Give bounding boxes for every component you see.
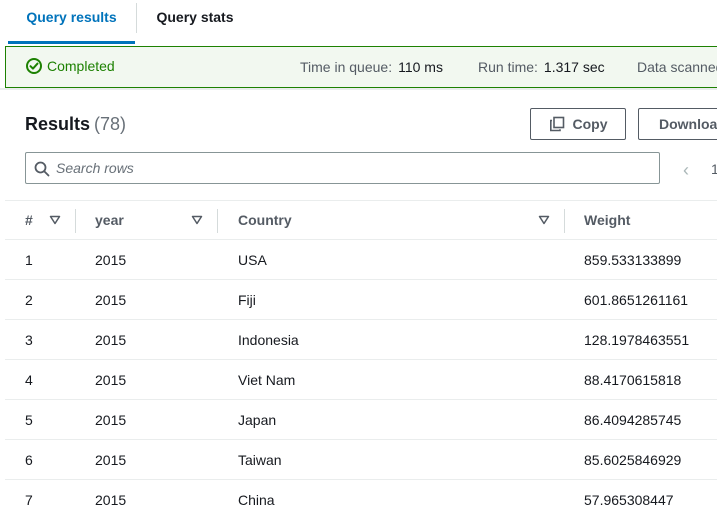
table-row: 7 2015 China 57.965308447 bbox=[5, 480, 717, 513]
chevron-left-icon[interactable]: ‹ bbox=[683, 160, 689, 181]
cell-year: 2015 bbox=[95, 372, 127, 388]
run-time-value: 1.317 sec bbox=[543, 59, 605, 75]
query-status-bar: Completed Time in queue: 110 ms Run time:… bbox=[5, 46, 717, 88]
cell-year: 2015 bbox=[95, 412, 127, 428]
column-header-number-label: # bbox=[25, 212, 33, 228]
results-title: Results bbox=[25, 114, 91, 134]
column-header-weight-label: Weight bbox=[584, 212, 631, 228]
cell-year: 2015 bbox=[95, 292, 127, 308]
cell-year: 2015 bbox=[95, 452, 127, 468]
table-row: 1 2015 USA 859.533133899 bbox=[5, 240, 717, 280]
run-time: Run time: 1.317 sec bbox=[478, 59, 605, 75]
column-separator[interactable] bbox=[217, 209, 218, 233]
active-tab-indicator bbox=[8, 41, 135, 44]
caret-down-icon[interactable] bbox=[49, 215, 61, 225]
results-count: (78) bbox=[94, 114, 127, 134]
results-table: # year Country Weight 1 2015 USA 859.533… bbox=[5, 200, 717, 513]
cell-weight: 128.1978463551 bbox=[584, 332, 690, 348]
table-row: 4 2015 Viet Nam 88.4170615818 bbox=[5, 360, 717, 400]
column-separator[interactable] bbox=[75, 209, 76, 233]
column-header-country[interactable]: Country bbox=[238, 201, 292, 240]
data-scanned-label: Data scanned bbox=[637, 59, 717, 75]
cell-country: Indonesia bbox=[238, 332, 299, 348]
cell-number: 7 bbox=[25, 492, 33, 508]
table-row: 5 2015 Japan 86.4094285745 bbox=[5, 400, 717, 440]
search-icon bbox=[34, 161, 50, 177]
results-heading: Results (78) bbox=[25, 114, 126, 135]
table-row: 6 2015 Taiwan 85.6025846929 bbox=[5, 440, 717, 480]
tab-query-results[interactable]: Query results bbox=[8, 0, 135, 44]
cell-number: 1 bbox=[25, 252, 33, 268]
cell-weight: 859.533133899 bbox=[584, 252, 682, 268]
status-completed: Completed bbox=[26, 58, 115, 74]
cell-weight: 86.4094285745 bbox=[584, 412, 682, 428]
cell-weight: 601.8651261161 bbox=[584, 292, 689, 308]
time-in-queue: Time in queue: 110 ms bbox=[300, 59, 443, 75]
column-header-country-label: Country bbox=[238, 212, 292, 228]
cell-number: 2 bbox=[25, 292, 33, 308]
column-header-year-label: year bbox=[95, 212, 124, 228]
tab-bar: Query results Query stats bbox=[0, 0, 717, 46]
cell-number: 6 bbox=[25, 452, 33, 468]
column-header-number[interactable]: # bbox=[25, 201, 33, 240]
column-header-year[interactable]: year bbox=[95, 201, 124, 240]
tab-query-results-label: Query results bbox=[26, 9, 117, 25]
cell-country: Viet Nam bbox=[238, 372, 296, 388]
table-row: 2 2015 Fiji 601.8651261161 bbox=[5, 280, 717, 320]
cell-country: Japan bbox=[238, 412, 277, 428]
caret-down-icon[interactable] bbox=[191, 215, 203, 225]
status-label: Completed bbox=[47, 58, 115, 74]
run-time-label: Run time: bbox=[478, 59, 538, 75]
check-circle-icon bbox=[26, 58, 42, 74]
cell-weight: 85.6025846929 bbox=[584, 452, 682, 468]
data-scanned: Data scanned bbox=[637, 59, 717, 75]
cell-year: 2015 bbox=[95, 492, 127, 508]
table-header: # year Country Weight bbox=[5, 200, 717, 240]
column-separator[interactable] bbox=[564, 209, 565, 233]
cell-weight: 57.965308447 bbox=[584, 492, 674, 508]
tab-query-stats[interactable]: Query stats bbox=[137, 0, 253, 44]
cell-country: USA bbox=[238, 252, 267, 268]
copy-icon bbox=[549, 116, 564, 132]
page-number[interactable]: 1 bbox=[711, 161, 717, 177]
cell-number: 4 bbox=[25, 372, 33, 388]
search-rows-field[interactable] bbox=[25, 152, 660, 184]
caret-down-icon[interactable] bbox=[538, 215, 550, 225]
cell-weight: 88.4170615818 bbox=[584, 372, 682, 388]
cell-year: 2015 bbox=[95, 332, 127, 348]
download-button[interactable]: Download bbox=[638, 108, 717, 140]
search-rows-input[interactable] bbox=[56, 158, 646, 178]
time-in-queue-label: Time in queue: bbox=[300, 59, 393, 75]
tab-query-stats-label: Query stats bbox=[156, 9, 234, 25]
table-row: 3 2015 Indonesia 128.1978463551 bbox=[5, 320, 717, 360]
copy-label: Copy bbox=[572, 116, 608, 132]
column-header-weight[interactable]: Weight bbox=[584, 201, 630, 240]
time-in-queue-value: 110 ms bbox=[398, 59, 443, 75]
copy-button[interactable]: Copy bbox=[530, 108, 626, 140]
cell-number: 5 bbox=[25, 412, 33, 428]
cell-country: Fiji bbox=[238, 292, 256, 308]
cell-country: China bbox=[238, 492, 275, 508]
cell-year: 2015 bbox=[95, 252, 127, 268]
cell-country: Taiwan bbox=[238, 452, 282, 468]
download-label: Download bbox=[659, 116, 717, 132]
cell-number: 3 bbox=[25, 332, 33, 348]
